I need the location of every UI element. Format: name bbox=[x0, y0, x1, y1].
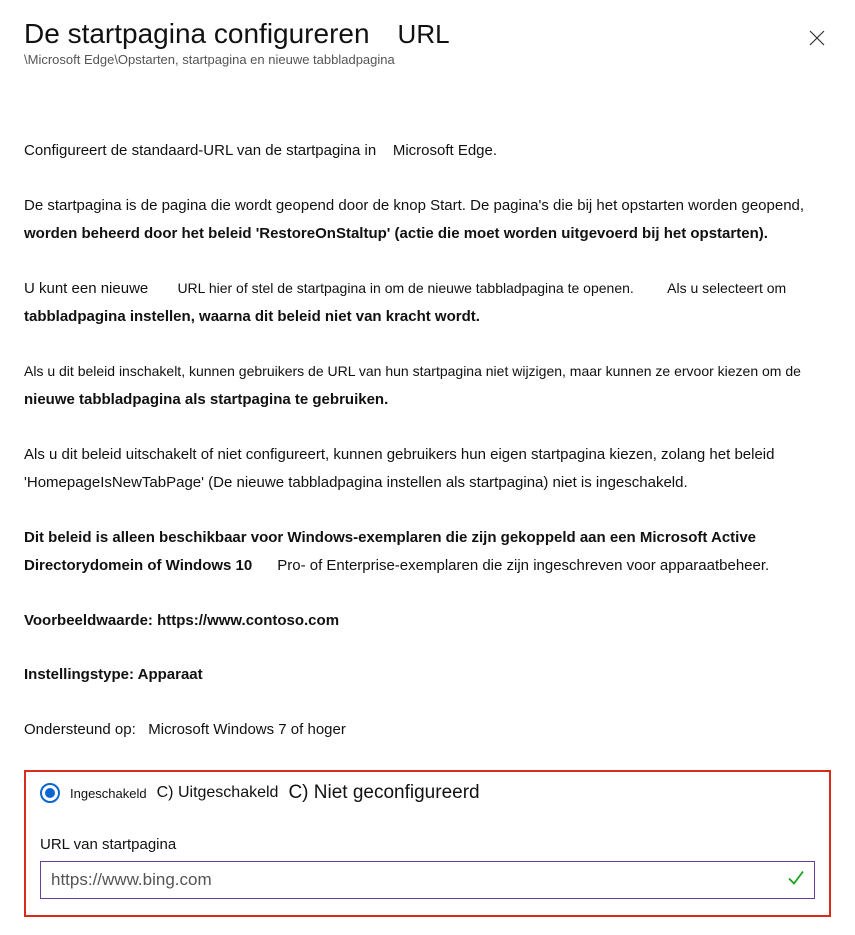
desc-p4a: Als u dit beleid inschakelt, kunnen gebr… bbox=[24, 363, 801, 379]
desc-p3d: tabbladpagina instellen, waarna dit bele… bbox=[24, 308, 480, 325]
setting-type: Instellingstype: Apparaat bbox=[24, 661, 831, 690]
desc-intro-a: Configureert de standaard-URL van de sta… bbox=[24, 142, 376, 159]
desc-p3c: Als u selecteert om bbox=[667, 280, 786, 296]
desc-p5: Als u dit beleid uitschakelt of niet con… bbox=[24, 441, 831, 498]
page-title: De startpagina configureren bbox=[24, 18, 370, 50]
policy-state-row: Ingeschakeld C) Uitgeschakeld C) Niet ge… bbox=[40, 782, 815, 804]
close-button[interactable] bbox=[803, 24, 831, 55]
desc-p2b: worden beheerd door het beleid 'RestoreO… bbox=[24, 225, 768, 242]
breadcrumb: \Microsoft Edge\Opstarten, startpagina e… bbox=[24, 52, 450, 67]
policy-description: Configureert de standaard-URL van de sta… bbox=[24, 137, 831, 744]
desc-p2a: De startpagina is de pagina die wordt ge… bbox=[24, 197, 804, 214]
radio-enabled[interactable] bbox=[40, 783, 60, 803]
desc-intro-b: Microsoft Edge. bbox=[393, 142, 497, 159]
desc-p6b: Pro- of Enterprise-exemplaren die zijn i… bbox=[277, 557, 769, 574]
supported-value: Microsoft Windows 7 of hoger bbox=[148, 721, 346, 738]
homepage-url-input[interactable] bbox=[40, 861, 815, 899]
desc-p3b: URL hier of stel de startpagina in om de… bbox=[177, 280, 633, 296]
example-value: Voorbeeldwaarde: https://www.contoso.com bbox=[24, 607, 831, 636]
supported-label: Ondersteund op: bbox=[24, 721, 136, 738]
page-title-suffix: URL bbox=[398, 19, 450, 50]
desc-p3a: U kunt een nieuwe bbox=[24, 280, 148, 297]
close-icon bbox=[809, 30, 825, 50]
option-enabled-label[interactable]: Ingeschakeld bbox=[70, 786, 147, 801]
radio-dot-icon bbox=[45, 788, 55, 798]
settings-highlight-box: Ingeschakeld C) Uitgeschakeld C) Niet ge… bbox=[24, 770, 831, 917]
desc-p4b: nieuwe tabbladpagina als startpagina te … bbox=[24, 391, 388, 408]
option-disabled-label[interactable]: C) Uitgeschakeld bbox=[157, 784, 279, 802]
option-notconfigured-label[interactable]: C) Niet geconfigureerd bbox=[288, 782, 479, 804]
url-field-label: URL van startpagina bbox=[40, 836, 815, 853]
